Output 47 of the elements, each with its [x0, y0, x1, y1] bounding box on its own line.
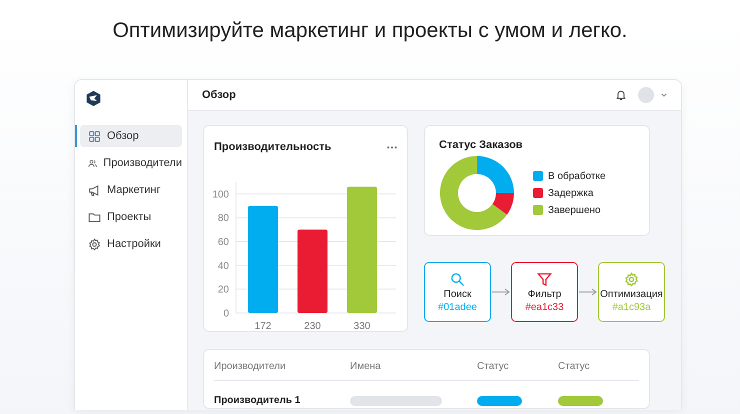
column-header: Ироизводители: [214, 360, 287, 372]
card-title: Производительность: [214, 141, 332, 153]
logo-icon: [85, 90, 102, 107]
funnel-icon: [537, 272, 552, 286]
step-code: #ea1c33: [525, 302, 564, 312]
axis-label: 330: [354, 321, 370, 332]
sidebar-item[interactable]: Маркетинг: [80, 179, 182, 201]
flow-step[interactable]: Оптимизация #a1c93a: [598, 262, 665, 322]
search-icon: [450, 272, 465, 286]
bell-icon[interactable]: [615, 89, 627, 101]
column-header: Статус: [477, 360, 510, 372]
settings-icon: [88, 238, 101, 250]
megaphone-icon: [88, 184, 101, 196]
flow-step[interactable]: Фильтр #ea1c33: [511, 262, 578, 322]
settings-icon: [624, 272, 639, 286]
axis-label: 20: [218, 284, 229, 296]
arrow-icon: [492, 288, 510, 296]
legend-label: Завершено: [548, 204, 601, 216]
card-title: Статус Заказов: [439, 139, 523, 151]
grid-icon: [88, 130, 101, 142]
step-label: Оптимизация: [600, 288, 663, 300]
flow-step[interactable]: Поиск #01adee: [424, 262, 491, 322]
axis-label: 0: [223, 308, 229, 320]
axis-label: 172: [254, 321, 272, 332]
step-code: #a1c93a: [612, 302, 651, 312]
axis-label: 230: [304, 321, 321, 332]
axis-label: 60: [218, 237, 229, 248]
table-cell-text: Производитель 1: [214, 394, 302, 406]
sidebar-item[interactable]: Производители: [80, 152, 182, 174]
sidebar-item[interactable]: Настройки: [80, 233, 182, 255]
step-label: Поиск: [444, 288, 472, 300]
legend-label: Задержка: [548, 188, 594, 198]
sidebar-item[interactable]: Проекты: [80, 206, 182, 228]
arrow-icon: [579, 288, 597, 296]
folder-icon: [88, 210, 101, 224]
page-title: Обзор: [202, 89, 236, 101]
axis-label: 40: [218, 260, 229, 272]
column-header: Имена: [350, 360, 382, 372]
column-header: Статус: [558, 360, 591, 372]
legend-label: В обработке: [548, 170, 606, 182]
chevron-down-icon[interactable]: [661, 93, 667, 97]
step-label: Фильтр: [528, 288, 562, 300]
axis-label: 100: [212, 189, 229, 200]
more-icon[interactable]: [387, 146, 397, 148]
headline: Оптимизируйте маркетинг и проекты с умом и легко.: [112, 18, 628, 44]
axis-label: 80: [218, 213, 229, 224]
step-code: #01adee: [438, 302, 477, 312]
